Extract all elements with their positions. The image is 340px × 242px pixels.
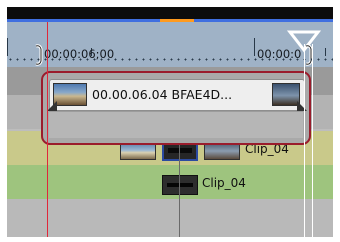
- timeline-cursor-line: [304, 44, 305, 237]
- ruler-tick: [7, 38, 8, 56]
- timeline-editor: 00:00:06;00 00:00:0 Clip_04 Clip_04 00.0…: [7, 7, 333, 237]
- clip-start-thumbnail: [53, 83, 87, 106]
- playhead-line[interactable]: [47, 22, 48, 237]
- clip-body[interactable]: [49, 111, 303, 138]
- audio-clip-icon: [162, 175, 198, 195]
- top-bar: [7, 7, 333, 19]
- timeline-cursor-line: [312, 44, 313, 237]
- ruler-tick: [325, 48, 326, 56]
- clip-header[interactable]: 00.00.06.04 BFAE4D...: [49, 79, 305, 111]
- ruler-tick: [254, 38, 255, 56]
- ruler-dots: [7, 58, 333, 61]
- clip-corner-icon: [47, 101, 57, 111]
- track-divider: [179, 129, 180, 237]
- clip-corner-icon: [297, 101, 307, 111]
- bracket-marker-icon[interactable]: [304, 44, 316, 66]
- bracket-marker-icon[interactable]: [34, 44, 46, 66]
- clip-title: 00.00.06.04 BFAE4D...: [92, 87, 233, 102]
- clip-end-thumbnail: [272, 83, 300, 106]
- selected-clip[interactable]: 00.00.06.04 BFAE4D...: [41, 71, 311, 145]
- clip-label: Clip_04: [202, 176, 246, 190]
- audio-clip[interactable]: Clip_04: [162, 173, 333, 195]
- track-strip: [7, 199, 333, 237]
